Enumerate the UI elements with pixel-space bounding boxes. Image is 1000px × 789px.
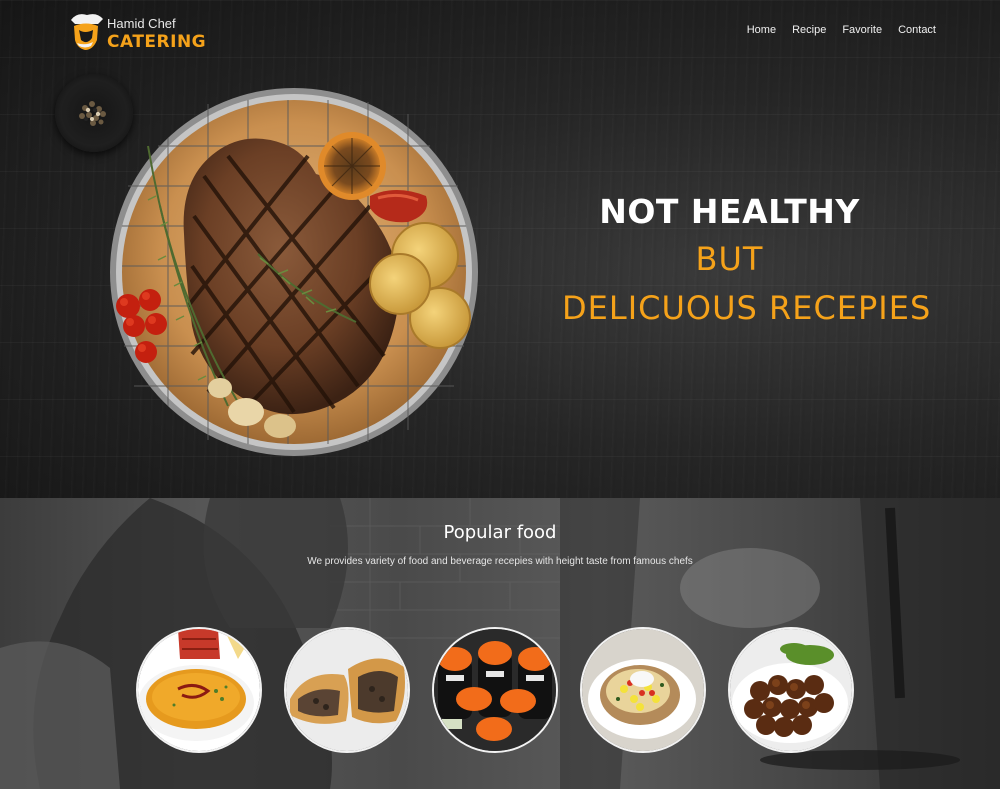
hero-line-3: DELICUOUS RECEPIES xyxy=(562,289,932,327)
popular-food-title: Popular food xyxy=(443,522,557,543)
soup-dish-icon xyxy=(138,629,260,751)
hero-headline: NOT HEALTHY BUT DELICUOUS RECEPIES xyxy=(562,190,932,332)
meat-pie-icon xyxy=(286,629,408,751)
food-item-falafel[interactable] xyxy=(728,627,854,753)
main-nav: Home Recipe Favorite Contact xyxy=(747,24,936,36)
sushi-icon xyxy=(434,629,556,751)
falafel-icon xyxy=(730,629,852,751)
hero-section: Hamid Chef CATERING Home Recipe Favorite… xyxy=(0,0,1000,498)
grilled-steak-plate-image xyxy=(110,88,478,456)
hero-line-2: BUT xyxy=(695,240,764,278)
popular-food-subtitle: We provides variety of food and beverage… xyxy=(307,556,693,567)
food-item-meat-pie[interactable] xyxy=(284,627,410,753)
brand-name-top: Hamid Chef xyxy=(107,16,176,31)
hero-line-1: NOT HEALTHY xyxy=(599,192,860,231)
nav-home[interactable]: Home xyxy=(747,24,776,36)
food-item-soup[interactable] xyxy=(136,627,262,753)
loaded-potato-icon xyxy=(582,629,704,751)
brand-name-bottom: CATERING xyxy=(107,32,207,52)
food-item-sushi[interactable] xyxy=(432,627,558,753)
nav-recipe[interactable]: Recipe xyxy=(792,24,826,36)
food-list xyxy=(136,627,854,753)
brand-logo[interactable]: Hamid Chef CATERING xyxy=(67,10,207,56)
chef-logo-icon xyxy=(71,14,103,50)
food-item-loaded-potato[interactable] xyxy=(580,627,706,753)
nav-favorite[interactable]: Favorite xyxy=(842,24,882,36)
nav-contact[interactable]: Contact xyxy=(898,24,936,36)
